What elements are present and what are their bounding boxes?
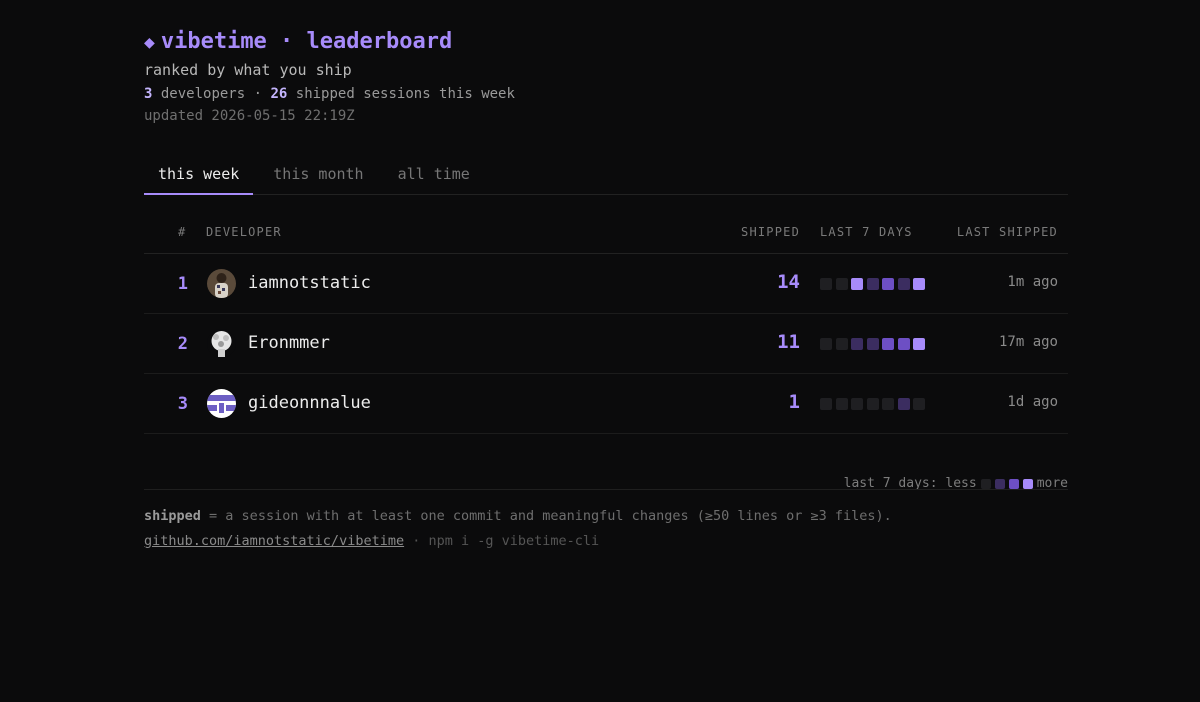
day-cell xyxy=(851,398,863,410)
table-header: # DEVELOPER SHIPPED LAST 7 DAYS LAST SHI… xyxy=(144,214,1068,254)
activity-heatmap xyxy=(820,398,925,410)
day-cell xyxy=(897,278,910,290)
stats-line: 3 developers · 26 shipped sessions this … xyxy=(144,84,1068,104)
repo-link[interactable]: github.com/iamnotstatic/vibetime xyxy=(144,533,404,549)
activity-heatmap xyxy=(820,338,925,350)
day-cell xyxy=(913,278,925,290)
page-title: ◆ vibetime · leaderboard xyxy=(144,28,1068,56)
last-shipped-header: LAST SHIPPED xyxy=(956,225,1058,239)
day-cell xyxy=(851,278,863,290)
developers-label: developers · xyxy=(160,86,263,102)
diamond-icon: ◆ xyxy=(144,32,155,53)
day-cell xyxy=(897,338,910,350)
developer-name[interactable]: iamnotstatic xyxy=(248,273,371,293)
legend-swatch-high xyxy=(1022,478,1033,489)
legend-swatch-empty xyxy=(980,478,991,489)
page-subtitle: ranked by what you ship xyxy=(144,61,352,79)
install-command: · npm i -g vibetime-cli xyxy=(412,533,600,549)
definition-term: shipped xyxy=(144,508,201,524)
updated-timestamp: updated 2026-05-15 22:19Z xyxy=(144,108,355,124)
tab-this-week[interactable]: this week xyxy=(144,160,254,195)
developer-header: DEVELOPER xyxy=(206,225,282,239)
day-cell xyxy=(913,338,925,350)
definition-text: = a session with at least one commit and… xyxy=(209,508,892,524)
day-cell xyxy=(913,398,925,410)
developer-name[interactable]: Eronmmer xyxy=(248,333,330,353)
last-shipped: 17m ago xyxy=(998,334,1058,350)
activity-heatmap xyxy=(820,278,925,290)
rank: 2 xyxy=(177,334,188,354)
day-cell xyxy=(882,338,894,350)
day-cell xyxy=(820,278,832,290)
period-tabs: this week this month all time xyxy=(144,160,1068,195)
shipped-count: 11 xyxy=(777,331,800,353)
last7-header: LAST 7 DAYS xyxy=(820,225,913,239)
last-shipped: 1m ago xyxy=(1007,274,1058,290)
sessions-count: 26 xyxy=(270,86,288,102)
tab-all-time[interactable]: all time xyxy=(384,160,484,195)
day-cell xyxy=(835,398,848,410)
last-shipped: 1d ago xyxy=(1007,394,1058,410)
sessions-label: shipped sessions this week xyxy=(295,86,515,102)
rank: 3 xyxy=(177,394,188,414)
developers-count: 3 xyxy=(144,86,153,102)
day-cell xyxy=(820,338,832,350)
day-cell xyxy=(866,278,879,290)
day-cell xyxy=(866,338,879,350)
legend-swatch-low xyxy=(994,478,1005,489)
title-text: vibetime · leaderboard xyxy=(160,29,453,54)
day-cell xyxy=(835,278,848,290)
day-cell xyxy=(866,398,879,410)
legend-swatch-mid xyxy=(1008,478,1019,489)
table-row[interactable]: 2 Eronmmer 11 17m ago xyxy=(144,314,1068,374)
leaderboard-table: # DEVELOPER SHIPPED LAST 7 DAYS LAST SHI… xyxy=(144,214,1068,491)
table-row[interactable]: 1 iamnotstatic 14 1m ago xyxy=(144,254,1068,314)
day-cell xyxy=(851,338,863,350)
rank-header: # xyxy=(178,225,187,239)
day-cell xyxy=(882,278,894,290)
leaderboard-page: ◆ vibetime · leaderboard ranked by what y… xyxy=(144,28,1068,549)
day-cell xyxy=(897,398,910,410)
avatar xyxy=(207,389,236,418)
shipped-header: SHIPPED xyxy=(741,225,800,239)
shipped-count: 14 xyxy=(777,271,800,293)
tab-this-month[interactable]: this month xyxy=(259,160,377,195)
shipped-definition: shipped = a session with at least one co… xyxy=(144,508,892,524)
day-cell xyxy=(882,398,894,410)
avatar xyxy=(207,329,236,358)
developer-name[interactable]: gideonnnalue xyxy=(248,393,371,413)
shipped-count: 1 xyxy=(788,391,800,413)
footer-links: github.com/iamnotstatic/vibetime · npm i… xyxy=(144,533,599,549)
table-row[interactable]: 3 gideonnnalue 1 1d ago xyxy=(144,374,1068,434)
avatar xyxy=(207,269,236,298)
day-cell xyxy=(835,338,848,350)
day-cell xyxy=(820,398,832,410)
rank: 1 xyxy=(177,274,188,294)
footer-divider xyxy=(144,489,1068,490)
